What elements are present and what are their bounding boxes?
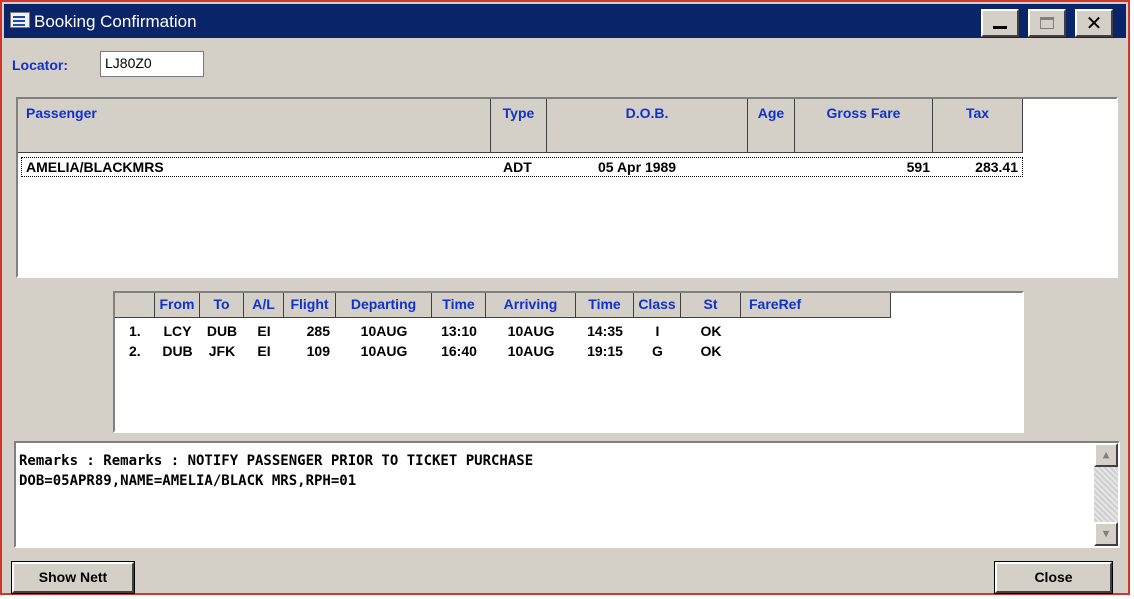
header-flight[interactable]: Flight bbox=[284, 293, 336, 318]
header-arriving[interactable]: Arriving bbox=[486, 293, 576, 318]
segment-airline: EI bbox=[257, 323, 271, 339]
locator-field[interactable]: LJ80Z0 bbox=[100, 51, 204, 77]
header-tax[interactable]: Tax bbox=[933, 99, 1023, 153]
header-type[interactable]: Type bbox=[491, 99, 547, 153]
header-gross-fare[interactable]: Gross Fare bbox=[795, 99, 933, 153]
segment-airline: EI bbox=[257, 343, 271, 359]
segment-status: OK bbox=[700, 343, 722, 359]
header-age[interactable]: Age bbox=[748, 99, 795, 153]
passenger-name: AMELIA/BLACKMRS bbox=[26, 159, 164, 175]
segment-index: 1. bbox=[129, 323, 141, 339]
segment-index: 2. bbox=[129, 343, 141, 359]
segment-from: LCY bbox=[163, 323, 192, 339]
header-class[interactable]: Class bbox=[634, 293, 681, 318]
header-airline[interactable]: A/L bbox=[244, 293, 284, 318]
passenger-tax: 283.41 bbox=[975, 159, 1018, 175]
scroll-up-icon[interactable]: ▲ bbox=[1094, 443, 1118, 467]
header-departing[interactable]: Departing bbox=[336, 293, 432, 318]
header-arr-time[interactable]: Time bbox=[576, 293, 634, 318]
segment-to: JFK bbox=[208, 343, 236, 359]
remarks-textarea[interactable]: Remarks : Remarks : NOTIFY PASSENGER PRI… bbox=[14, 441, 1120, 548]
segment-departing: 10AUG bbox=[360, 323, 408, 339]
header-status[interactable]: St bbox=[681, 293, 741, 318]
segment-flight: 109 bbox=[306, 343, 330, 359]
passenger-dob: 05 Apr 1989 bbox=[598, 159, 677, 175]
header-from[interactable]: From bbox=[155, 293, 200, 318]
segment-dep-time: 16:40 bbox=[441, 343, 477, 359]
header-passenger[interactable]: Passenger bbox=[18, 99, 491, 153]
minimize-button[interactable] bbox=[981, 9, 1019, 37]
passenger-gross-fare: 591 bbox=[906, 159, 930, 175]
segment-arr-time: 19:15 bbox=[587, 343, 623, 359]
remarks-line-1: Remarks : Remarks : NOTIFY PASSENGER PRI… bbox=[19, 453, 534, 469]
segments-table: From To A/L Flight Departing Time Arrivi… bbox=[113, 291, 1024, 433]
segment-from: DUB bbox=[162, 343, 193, 359]
close-window-button[interactable]: ✕ bbox=[1075, 9, 1113, 37]
segment-arriving: 10AUG bbox=[507, 343, 555, 359]
segment-arr-time: 14:35 bbox=[587, 323, 623, 339]
segment-class: I bbox=[655, 323, 660, 339]
segment-arriving: 10AUG bbox=[507, 323, 555, 339]
segment-status: OK bbox=[700, 323, 722, 339]
window-title: Booking Confirmation bbox=[34, 12, 197, 31]
remarks-line-2: DOB=05APR89,NAME=AMELIA/BLACK MRS,RPH=01 bbox=[19, 473, 357, 489]
passenger-type: ADT bbox=[503, 159, 532, 175]
header-dep-time[interactable]: Time bbox=[432, 293, 486, 318]
locator-label: Locator: bbox=[12, 57, 68, 73]
booking-confirmation-window: Booking Confirmation ✕ Locator: LJ80Z0 P… bbox=[0, 0, 1130, 595]
segment-flight: 285 bbox=[306, 323, 330, 339]
show-nett-button[interactable]: Show Nett bbox=[11, 561, 135, 594]
close-button[interactable]: Close bbox=[994, 561, 1113, 594]
title-bar[interactable]: Booking Confirmation ✕ bbox=[4, 4, 1126, 38]
header-to[interactable]: To bbox=[200, 293, 244, 318]
remarks-content: Remarks : Remarks : NOTIFY PASSENGER PRI… bbox=[19, 451, 533, 491]
header-fareref[interactable]: FareRef bbox=[741, 293, 891, 318]
maximize-button[interactable] bbox=[1028, 9, 1066, 37]
scroll-down-icon[interactable]: ▼ bbox=[1094, 522, 1118, 546]
header-dob[interactable]: D.O.B. bbox=[547, 99, 748, 153]
segment-class: G bbox=[652, 343, 663, 359]
segment-departing: 10AUG bbox=[360, 343, 408, 359]
segment-row[interactable]: 1. LCY DUB EI 285 10AUG 13:10 10AUG 14:3… bbox=[115, 323, 1015, 343]
remarks-scrollbar[interactable]: ▲ ▼ bbox=[1094, 443, 1118, 546]
passenger-table: Passenger Type D.O.B. Age Gross Fare Tax… bbox=[16, 97, 1118, 278]
segment-dep-time: 13:10 bbox=[441, 323, 477, 339]
window-icon bbox=[10, 12, 30, 28]
segment-to: DUB bbox=[206, 323, 238, 339]
header-index[interactable] bbox=[115, 293, 155, 318]
table-row[interactable]: AMELIA/BLACKMRS ADT 05 Apr 1989 591 283.… bbox=[21, 157, 1023, 177]
segment-row[interactable]: 2. DUB JFK EI 109 10AUG 16:40 10AUG 19:1… bbox=[115, 343, 1015, 363]
